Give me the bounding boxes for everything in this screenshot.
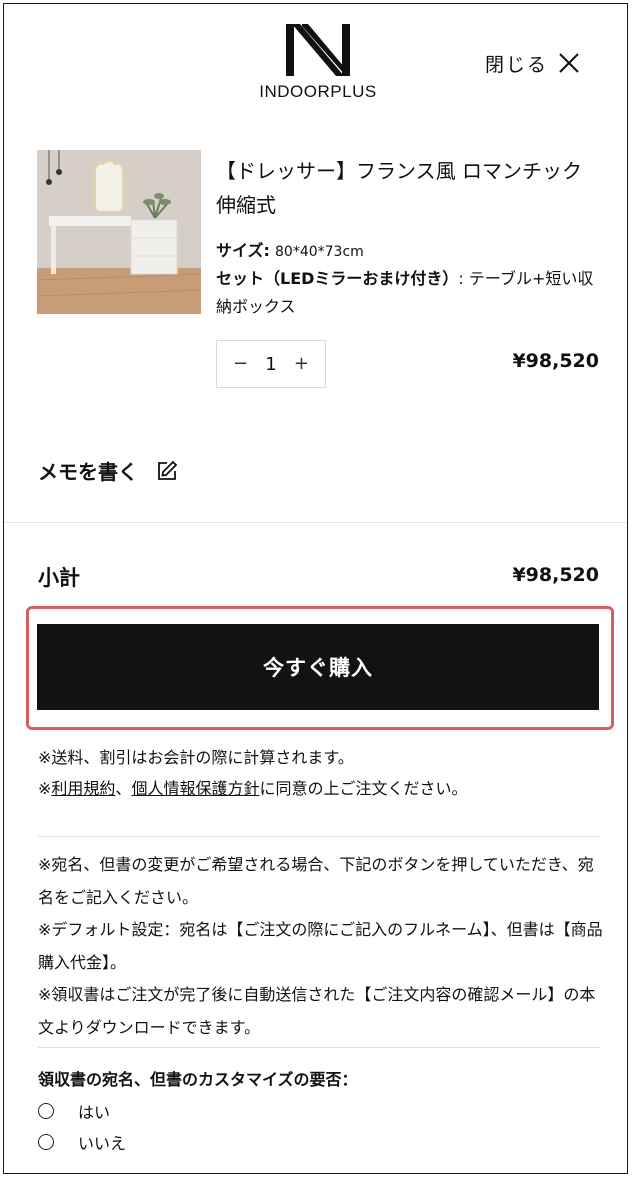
buy-now-button[interactable]: 今すぐ購入 bbox=[37, 624, 599, 710]
privacy-policy-link[interactable]: 個人情報保護方針 bbox=[131, 779, 259, 798]
edit-icon bbox=[156, 460, 178, 482]
qty-plus-button[interactable]: + bbox=[294, 355, 309, 373]
agree-suffix: に同意の上ご注文ください。 bbox=[259, 779, 468, 798]
memo-label: メモを書く bbox=[38, 460, 138, 484]
radio-option-no[interactable]: いいえ bbox=[38, 1130, 126, 1154]
product-size-spec: サイズ: 80*40*73cm bbox=[216, 237, 608, 266]
brand-logo[interactable]: INDOORPLUS bbox=[256, 24, 380, 102]
radio-no-circle[interactable] bbox=[38, 1134, 54, 1150]
radio-yes-label: はい bbox=[78, 1103, 111, 1122]
agreement-note: ※利用規約、個人情報保護方針に同意の上ご注文ください。 bbox=[38, 773, 603, 804]
checkout-notes: ※送料、割引はお会計の際に計算されます。 ※利用規約、個人情報保護方針に同意の上… bbox=[38, 742, 603, 804]
subtotal-label: 小計 bbox=[38, 566, 80, 590]
notes-divider bbox=[38, 836, 600, 837]
close-button[interactable]: 閉じる bbox=[485, 48, 580, 78]
agree-separator: 、 bbox=[115, 779, 132, 798]
quantity-stepper: − 1 + bbox=[216, 340, 326, 388]
section-divider bbox=[4, 522, 627, 523]
close-icon bbox=[558, 52, 580, 74]
shipping-note: ※送料、割引はお会計の際に計算されます。 bbox=[38, 748, 354, 767]
brand-name: INDOORPLUS bbox=[259, 82, 377, 101]
receipt-note-2: ※デフォルト設定：宛名は【ご注文の際にご記入のフルネーム】、但書は【商品購入代金… bbox=[38, 920, 603, 972]
size-value: 80*40*73cm bbox=[275, 244, 364, 260]
receipt-notes: ※宛名、但書の変更がご希望される場合、下記のボタンを押していただき、宛名をご記入… bbox=[38, 849, 603, 1044]
product-title[interactable]: 【ドレッサー】フランス風 ロマンチック 伸縮式 bbox=[216, 154, 608, 222]
agree-prefix: ※ bbox=[38, 779, 52, 798]
radio-option-yes[interactable]: はい bbox=[38, 1099, 110, 1123]
receipt-note-3: ※領収書はご注文が完了後に自動送信された【ご注文内容の確認メール】の本文よりダウ… bbox=[38, 985, 596, 1037]
product-set-spec: セット（LEDミラーおまけ付き）: テーブル+短い収納ボックス bbox=[216, 265, 608, 321]
product-thumbnail[interactable] bbox=[36, 150, 202, 314]
receipt-customize-heading: 領収書の宛名、但書のカスタマイズの要否： bbox=[38, 1070, 358, 1089]
write-memo-button[interactable]: メモを書く bbox=[38, 456, 178, 485]
radio-no-label: いいえ bbox=[78, 1134, 127, 1153]
cart-drawer: INDOORPLUS 閉じる 【ドレッサー】フランス風 ロマンチック 伸縮式 サ… bbox=[3, 3, 628, 1174]
qty-value[interactable]: 1 bbox=[265, 354, 276, 375]
close-label: 閉じる bbox=[485, 53, 549, 76]
terms-link[interactable]: 利用規約 bbox=[51, 779, 115, 798]
set-key: セット（LEDミラーおまけ付き） bbox=[216, 269, 459, 288]
size-key: サイズ: bbox=[216, 241, 270, 260]
receipt-divider bbox=[38, 1047, 600, 1048]
qty-minus-button[interactable]: − bbox=[233, 355, 248, 373]
subtotal-value: ¥98,520 bbox=[512, 564, 599, 586]
radio-yes-circle[interactable] bbox=[38, 1103, 54, 1119]
receipt-note-1: ※宛名、但書の変更がご希望される場合、下記のボタンを押していただき、宛名をご記入… bbox=[38, 855, 594, 907]
item-price: ¥98,520 bbox=[512, 350, 599, 372]
logo-mark-icon bbox=[256, 24, 380, 76]
